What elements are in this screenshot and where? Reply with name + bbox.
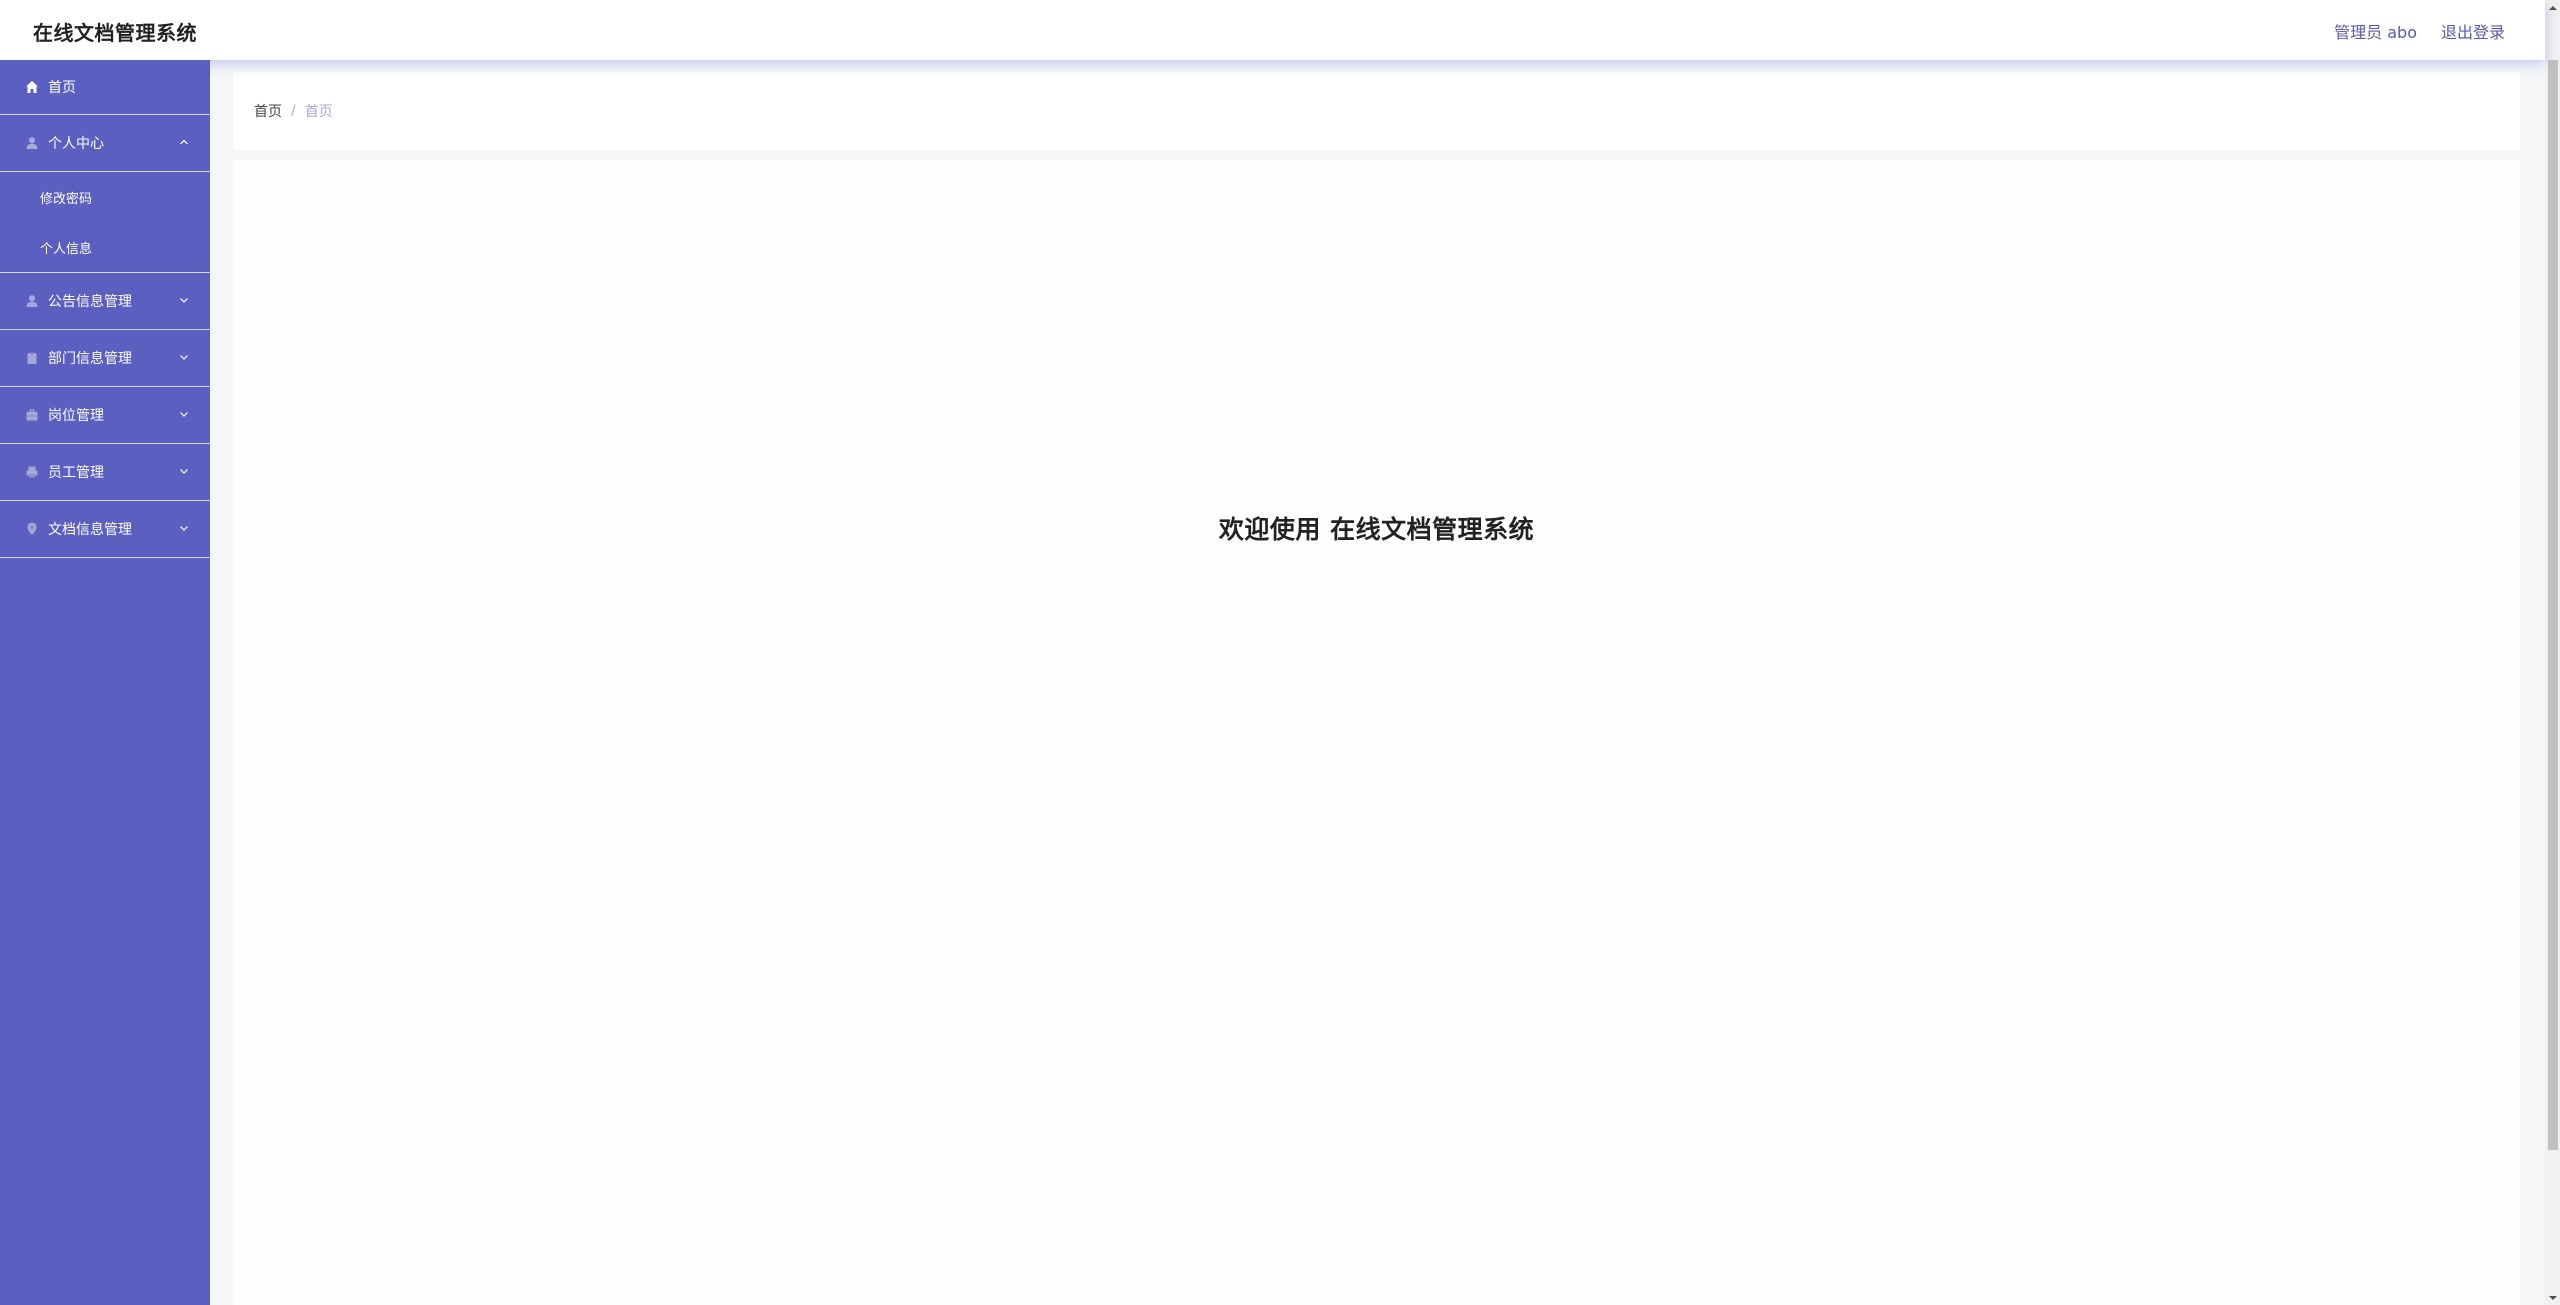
app-title: 在线文档管理系统 xyxy=(33,21,197,45)
user-icon xyxy=(24,135,40,151)
main-content-panel: 欢迎使用 在线文档管理系统 xyxy=(233,160,2520,1305)
location-pin-icon xyxy=(24,521,40,537)
clipboard-icon xyxy=(24,350,40,366)
sidebar-item-label: 个人中心 xyxy=(48,136,104,152)
briefcase-icon xyxy=(24,407,40,423)
top-header: 在线文档管理系统 管理员 abo 退出登录 xyxy=(0,0,2545,60)
user-icon xyxy=(24,293,40,309)
breadcrumb: 首页 / 首页 xyxy=(233,72,2520,150)
chevron-down-icon xyxy=(180,355,188,360)
chevron-down-icon xyxy=(180,298,188,303)
sidebar-item-documents[interactable]: 文档信息管理 xyxy=(0,501,210,558)
sidebar-item-label: 首页 xyxy=(48,80,76,96)
sidebar-item-label: 文档信息管理 xyxy=(48,522,132,538)
home-icon xyxy=(24,79,40,95)
sidebar-item-positions[interactable]: 岗位管理 xyxy=(0,387,210,444)
chevron-up-icon xyxy=(180,139,188,145)
page-scrollbar[interactable] xyxy=(2545,0,2560,1305)
breadcrumb-current: 首页 xyxy=(304,104,333,120)
current-user-label: 管理员 abo xyxy=(2334,23,2417,42)
personal-center-submenu: 修改密码 个人信息 xyxy=(0,172,210,273)
logout-link[interactable]: 退出登录 xyxy=(2441,19,2505,43)
scrollbar-thumb[interactable] xyxy=(2548,60,2558,1150)
sidebar-item-label: 部门信息管理 xyxy=(48,351,132,367)
sidebar-item-label: 岗位管理 xyxy=(48,408,104,424)
header-user-area: 管理员 abo 退出登录 xyxy=(2334,19,2505,43)
scroll-down-arrow-icon[interactable] xyxy=(2545,1290,2560,1305)
sidebar: 首页 个人中心 修改密码 个人信息 公告信息管理 部门信息管理 岗位管理 员工管… xyxy=(0,60,210,1305)
sidebar-item-home[interactable]: 首页 xyxy=(0,60,210,115)
sidebar-subitem-personal-info[interactable]: 个人信息 xyxy=(0,222,210,272)
sidebar-item-label: 公告信息管理 xyxy=(48,294,132,310)
breadcrumb-separator: / xyxy=(291,103,296,119)
sidebar-item-personal-center[interactable]: 个人中心 xyxy=(0,115,210,172)
sidebar-item-employees[interactable]: 员工管理 xyxy=(0,444,210,501)
welcome-message: 欢迎使用 在线文档管理系统 xyxy=(1218,515,1535,544)
printer-icon xyxy=(24,464,40,480)
scroll-up-arrow-icon[interactable] xyxy=(2545,0,2560,15)
chevron-down-icon xyxy=(180,526,188,531)
sidebar-item-label: 员工管理 xyxy=(48,465,104,481)
chevron-down-icon xyxy=(180,412,188,417)
sidebar-item-departments[interactable]: 部门信息管理 xyxy=(0,330,210,387)
sidebar-item-announcements[interactable]: 公告信息管理 xyxy=(0,273,210,330)
breadcrumb-home-link[interactable]: 首页 xyxy=(254,101,282,121)
chevron-down-icon xyxy=(180,469,188,474)
sidebar-subitem-change-password[interactable]: 修改密码 xyxy=(0,172,210,222)
